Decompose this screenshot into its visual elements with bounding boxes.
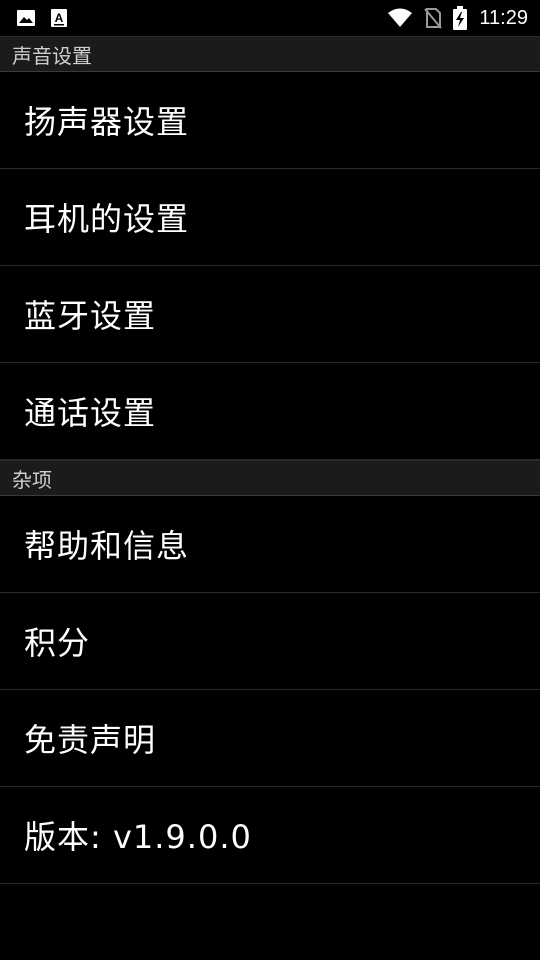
list-item-headphone-settings[interactable]: 耳机的设置	[0, 169, 540, 266]
list-item-label: 版本: v1.9.0.0	[24, 818, 252, 856]
list-item-disclaimer[interactable]: 免责声明	[0, 690, 540, 787]
list-item-speaker-settings[interactable]: 扬声器设置	[0, 72, 540, 169]
list-item-label: 积分	[24, 624, 91, 662]
section-header-misc: 杂项	[0, 460, 540, 496]
wifi-icon	[387, 8, 413, 28]
font-a-icon: A	[50, 8, 68, 28]
list-item-call-settings[interactable]: 通话设置	[0, 363, 540, 460]
list-item-bluetooth-settings[interactable]: 蓝牙设置	[0, 266, 540, 363]
status-clock: 11:29	[479, 6, 528, 29]
status-left: A	[16, 8, 68, 28]
list-item-label: 扬声器设置	[24, 103, 190, 141]
list-item-version[interactable]: 版本: v1.9.0.0	[0, 787, 540, 884]
svg-text:A: A	[55, 11, 64, 25]
list-item-label: 蓝牙设置	[24, 297, 157, 335]
list-item-label: 帮助和信息	[24, 527, 190, 565]
sound-settings-list: 扬声器设置 耳机的设置 蓝牙设置 通话设置	[0, 72, 540, 460]
status-right: 11:29	[387, 6, 528, 30]
list-item-label: 通话设置	[24, 394, 157, 432]
list-item-label: 耳机的设置	[24, 200, 190, 238]
image-icon	[16, 9, 36, 27]
list-item-help-info[interactable]: 帮助和信息	[0, 496, 540, 593]
list-item-credits[interactable]: 积分	[0, 593, 540, 690]
battery-charging-icon	[453, 6, 468, 30]
misc-list: 帮助和信息 积分 免责声明 版本: v1.9.0.0	[0, 496, 540, 884]
status-bar: A 11:29	[0, 0, 540, 36]
list-item-label: 免责声明	[24, 721, 157, 759]
section-header-sound-settings: 声音设置	[0, 36, 540, 72]
no-sim-icon	[423, 7, 443, 29]
